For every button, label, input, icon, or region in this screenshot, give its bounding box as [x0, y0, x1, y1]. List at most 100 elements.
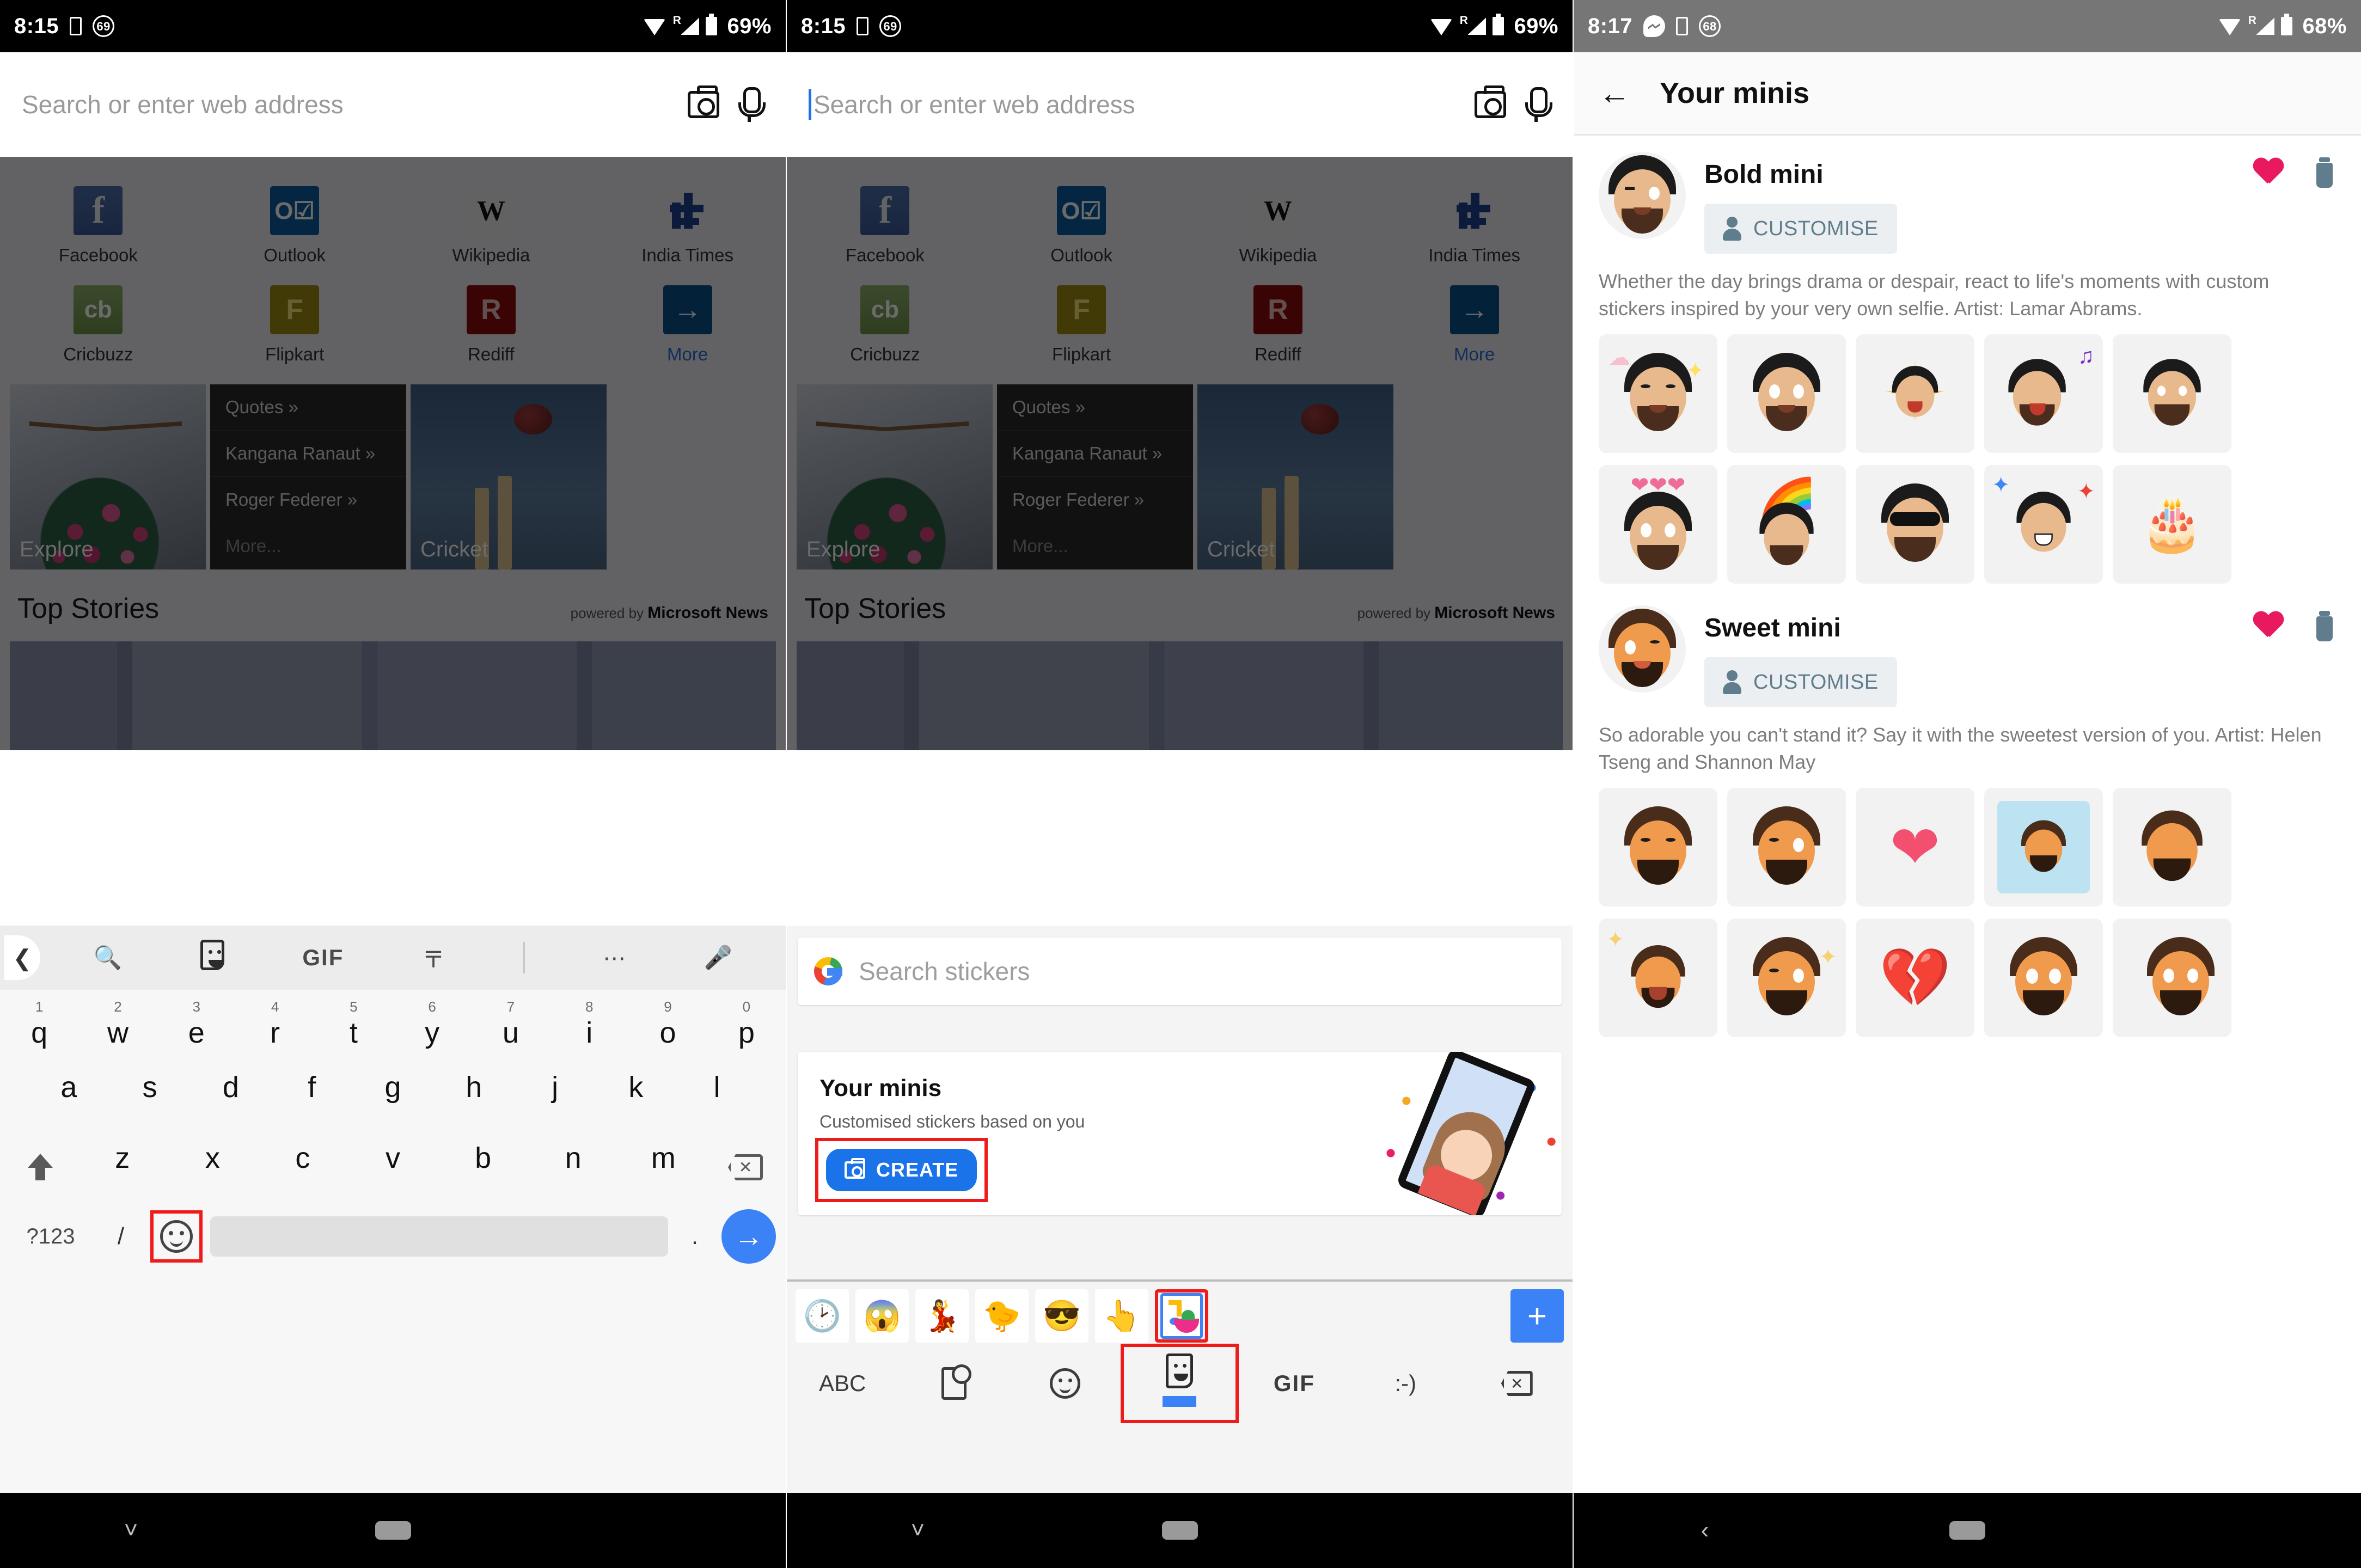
sticker-bath-relax[interactable]: [1984, 788, 2103, 906]
shortcut-outlook[interactable]: O☑ Outlook: [197, 181, 393, 280]
your-minis-promo-card[interactable]: Your minis Customised stickers based on …: [798, 1052, 1562, 1215]
shortcut-india-times[interactable]: India Times: [1376, 181, 1573, 280]
shortcut-facebook[interactable]: f Facebook: [787, 181, 983, 280]
go-key[interactable]: →: [721, 1209, 776, 1264]
nav-home-button[interactable]: [1049, 1521, 1311, 1540]
gif-key[interactable]: GIF: [1239, 1370, 1350, 1396]
shortcut-rediff[interactable]: R Rediff: [1180, 280, 1377, 379]
sticker-birthday-cake[interactable]: 🎂: [2113, 465, 2231, 584]
sticker-broken-heart[interactable]: 💔: [1856, 918, 1974, 1037]
quotes-item[interactable]: Roger Federer »: [997, 477, 1193, 523]
sticker-icon[interactable]: [200, 940, 224, 976]
emoticon-key[interactable]: :-): [1350, 1370, 1461, 1396]
sticker-search-bar[interactable]: Search stickers: [798, 938, 1562, 1005]
sticker-blush-sparkle[interactable]: ☁ ✦: [1599, 334, 1717, 453]
quotes-item[interactable]: Kangana Ranaut »: [997, 431, 1193, 477]
nav-home-button[interactable]: [262, 1521, 524, 1540]
tab-sticker-pack-5[interactable]: 👆: [1095, 1289, 1148, 1343]
sticker-search-key[interactable]: [898, 1364, 1009, 1400]
sticker-drink-toast[interactable]: [2113, 334, 2231, 453]
key-t[interactable]: 5t: [314, 999, 393, 1051]
shortcut-wikipedia[interactable]: W Wikipedia: [393, 181, 590, 280]
tab-sticker-pack-1[interactable]: 😱: [855, 1289, 909, 1343]
key-u[interactable]: 7u: [472, 999, 550, 1051]
translate-icon[interactable]: 〒: [422, 941, 445, 975]
key-r[interactable]: 4r: [236, 999, 314, 1051]
key-e[interactable]: 3e: [157, 999, 236, 1051]
top-stories-strip[interactable]: [797, 641, 1563, 750]
nav-hide-keyboard-button[interactable]: ˅: [787, 1517, 1049, 1544]
key-q[interactable]: 1q: [0, 999, 78, 1051]
key-x[interactable]: x: [168, 1140, 258, 1176]
key-d[interactable]: d: [191, 1069, 272, 1105]
abc-key[interactable]: ABC: [787, 1370, 898, 1396]
key-m[interactable]: m: [618, 1140, 708, 1176]
add-sticker-pack-button[interactable]: +: [1510, 1289, 1564, 1343]
shortcut-flipkart[interactable]: F Flipkart: [983, 280, 1180, 379]
key-w[interactable]: 2w: [78, 999, 157, 1051]
address-input[interactable]: Search or enter web address: [809, 89, 1459, 120]
key-b[interactable]: b: [438, 1140, 528, 1176]
emoji-key[interactable]: [1010, 1368, 1121, 1399]
shortcut-more[interactable]: → More: [1376, 280, 1573, 379]
emoji-key-highlighted[interactable]: [150, 1210, 203, 1263]
delete-trash-icon[interactable]: [2313, 611, 2336, 641]
sticker-wink-thinking[interactable]: [1727, 788, 1846, 906]
key-v[interactable]: v: [348, 1140, 438, 1176]
shortcut-facebook[interactable]: f Facebook: [0, 181, 197, 280]
quotes-item-more[interactable]: More...: [997, 523, 1193, 569]
key-l[interactable]: l: [676, 1069, 757, 1105]
customise-button[interactable]: CUSTOMISE: [1704, 204, 1897, 254]
shift-key[interactable]: [3, 1140, 77, 1195]
backspace-key[interactable]: ✕: [708, 1140, 782, 1195]
address-bar[interactable]: Search or enter web address: [787, 52, 1573, 157]
nav-hide-keyboard-button[interactable]: ˅: [0, 1517, 262, 1544]
top-stories-strip[interactable]: [10, 641, 776, 750]
tab-sticker-pack-4[interactable]: 😎: [1035, 1289, 1088, 1343]
card-cricket[interactable]: Cricket: [411, 384, 607, 569]
key-p[interactable]: 0p: [707, 999, 786, 1051]
sticker-crying-sad[interactable]: [1599, 788, 1717, 906]
period-key[interactable]: .: [676, 1223, 714, 1250]
key-f[interactable]: f: [271, 1069, 352, 1105]
quotes-item[interactable]: Roger Federer »: [210, 477, 406, 523]
shortcut-outlook[interactable]: O☑ Outlook: [983, 181, 1180, 280]
shortcut-more[interactable]: → More: [589, 280, 786, 379]
sticker-rainbow-hands[interactable]: 🌈: [1727, 465, 1846, 584]
key-g[interactable]: g: [352, 1069, 433, 1105]
search-icon[interactable]: 🔍: [94, 945, 122, 971]
microphone-icon[interactable]: [735, 87, 766, 122]
sticker-shy-peek[interactable]: [2113, 788, 2231, 906]
favourite-heart-icon[interactable]: [2253, 612, 2284, 640]
quotes-item[interactable]: Kangana Ranaut »: [210, 431, 406, 477]
back-arrow-icon[interactable]: ←: [1599, 75, 1630, 112]
gif-icon[interactable]: GIF: [302, 945, 344, 971]
key-a[interactable]: a: [28, 1069, 109, 1105]
microphone-icon[interactable]: [1521, 87, 1552, 122]
sticker-big-heart-hug[interactable]: ❤: [1856, 788, 1974, 906]
shortcut-flipkart[interactable]: F Flipkart: [197, 280, 393, 379]
card-explore[interactable]: Explore: [797, 384, 993, 569]
key-h[interactable]: h: [433, 1069, 515, 1105]
sticker-key-highlighted[interactable]: [1121, 1344, 1239, 1423]
key-y[interactable]: 6y: [393, 999, 472, 1051]
sticker-thumbs-up[interactable]: [1727, 334, 1846, 453]
camera-icon[interactable]: [688, 85, 719, 118]
sticker-confetti-cheer[interactable]: ✦ ✦: [1984, 465, 2103, 584]
key-k[interactable]: k: [595, 1069, 676, 1105]
back-chevron-icon[interactable]: ❮: [4, 935, 40, 980]
sticker-hearts-crown[interactable]: ❤❤❤: [1599, 465, 1717, 584]
microphone-icon[interactable]: 🎤: [704, 945, 732, 971]
slash-key[interactable]: /: [99, 1223, 143, 1250]
space-key[interactable]: [210, 1216, 668, 1257]
quotes-item[interactable]: Quotes »: [997, 384, 1193, 431]
sticker-sunglasses-point[interactable]: [1856, 465, 1974, 584]
card-explore[interactable]: Explore: [10, 384, 206, 569]
address-bar[interactable]: Search or enter web address: [0, 52, 786, 157]
key-n[interactable]: n: [528, 1140, 619, 1176]
sticker-crying-loud[interactable]: ✦: [1599, 918, 1717, 1037]
favourite-heart-icon[interactable]: [2253, 158, 2284, 187]
customise-button[interactable]: CUSTOMISE: [1704, 657, 1897, 707]
sticker-singing-microphone[interactable]: ♫: [1984, 334, 2103, 453]
sticker-eating-fork[interactable]: [2113, 918, 2231, 1037]
